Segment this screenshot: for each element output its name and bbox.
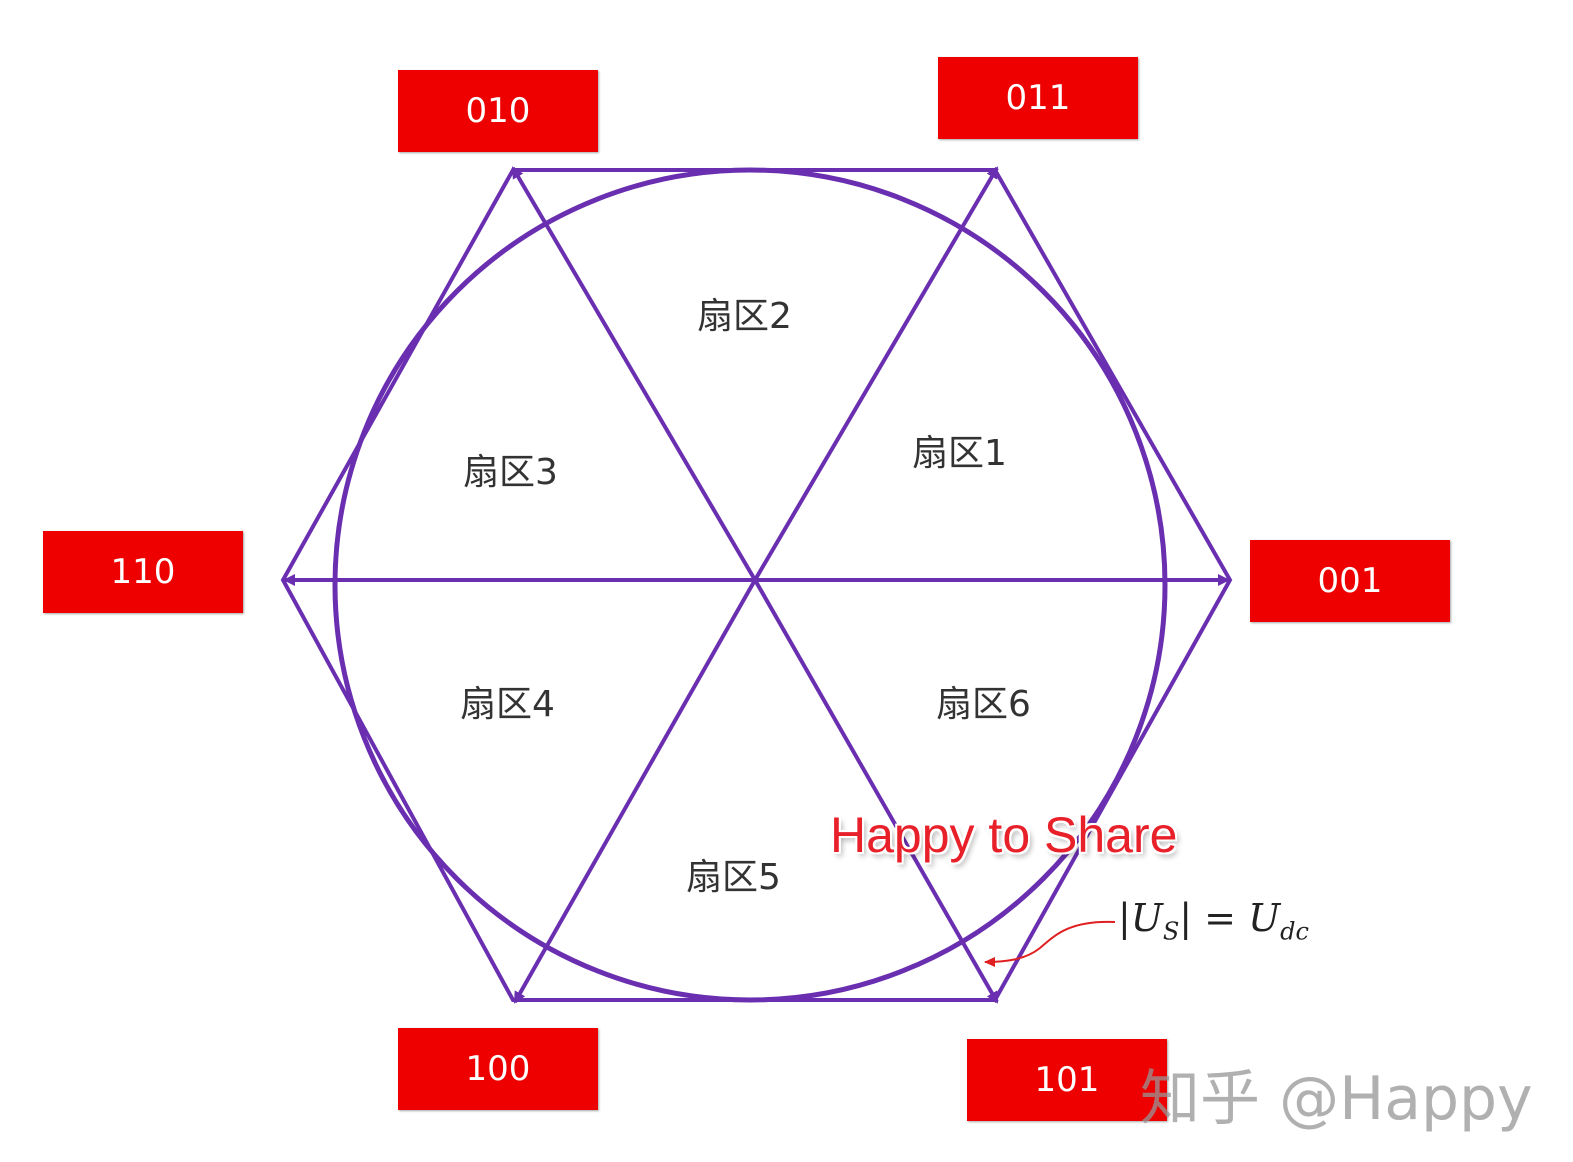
- sector-label-1: 扇区1: [912, 433, 1007, 474]
- zhihu-watermark: 知乎 @Happy: [1140, 1064, 1533, 1134]
- circle-radius-formula: |US| = Udc: [1118, 896, 1309, 946]
- vector-box-100: 100: [398, 1028, 598, 1110]
- formula-lhs-sub: S: [1162, 917, 1180, 946]
- sector-label-3: 扇区3: [463, 452, 558, 493]
- formula-lhs: |U: [1118, 896, 1163, 940]
- happy-to-share-text: Happy to Share: [830, 807, 1178, 863]
- vector-box-110: 110: [43, 531, 243, 613]
- vector-arrow-100: [513, 579, 757, 1004]
- vector-box-101: 101: [967, 1039, 1167, 1121]
- vector-label-010: 010: [465, 91, 531, 131]
- vector-arrow-010: [511, 166, 757, 582]
- vector-box-011: 011: [938, 57, 1138, 139]
- sector-label-6: 扇区6: [936, 684, 1031, 725]
- vector-box-001: 001: [1250, 540, 1450, 622]
- vector-label-110: 110: [110, 552, 176, 592]
- vector-label-100: 100: [465, 1049, 531, 1089]
- vector-label-001: 001: [1317, 561, 1383, 601]
- formula-pointer-arrow: [984, 920, 1116, 967]
- sector-label-5: 扇区5: [686, 857, 781, 898]
- vector-arrow-101: [753, 579, 999, 1004]
- vector-box-010: 010: [398, 70, 598, 152]
- vector-label-101: 101: [1034, 1060, 1100, 1100]
- sector-label-2: 扇区2: [697, 296, 792, 337]
- vector-label-011: 011: [1005, 78, 1071, 118]
- formula-rhs: | = U: [1179, 896, 1281, 940]
- formula-rhs-sub: dc: [1280, 917, 1309, 946]
- sector-label-4: 扇区4: [460, 684, 555, 725]
- vector-arrow-011: [753, 166, 999, 582]
